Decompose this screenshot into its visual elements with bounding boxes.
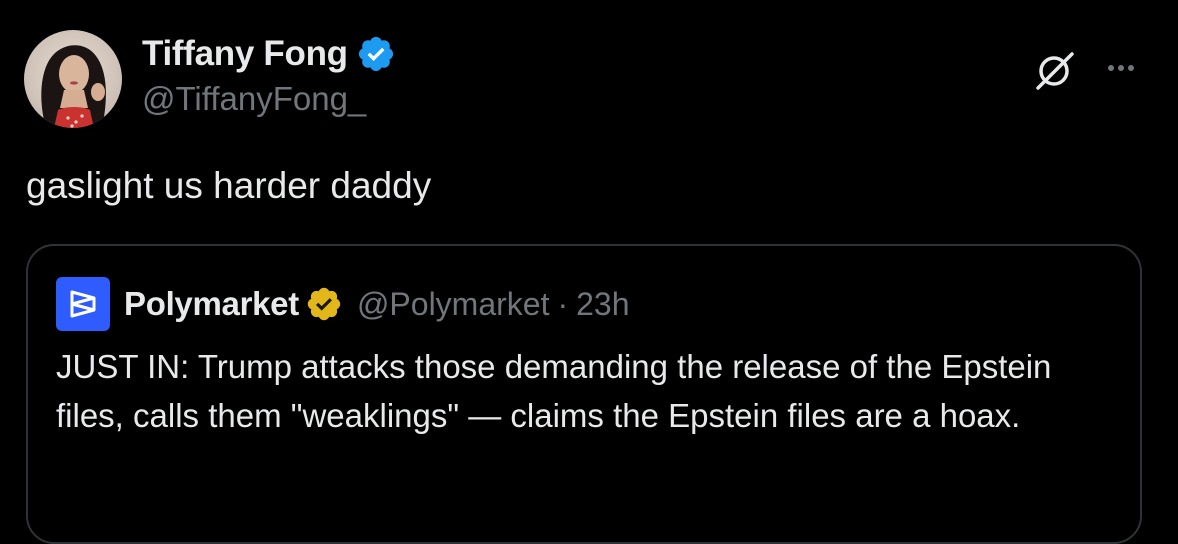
more-dot bbox=[1108, 65, 1114, 71]
quoted-tweet-text: JUST IN: Trump attacks those demanding t… bbox=[56, 348, 1052, 434]
quoted-tweet-header: Polymarket @Polymarket · 23h bbox=[56, 277, 630, 331]
verified-badge-icon[interactable] bbox=[356, 34, 396, 74]
quoted-author-display-name[interactable]: Polymarket bbox=[124, 285, 299, 323]
tweet-text: gaslight us harder daddy bbox=[26, 165, 432, 206]
author-display-name[interactable]: Tiffany Fong bbox=[142, 34, 348, 74]
grok-icon[interactable] bbox=[1030, 50, 1080, 92]
author-handle[interactable]: @TiffanyFong_ bbox=[142, 80, 366, 118]
gold-verified-badge-icon[interactable] bbox=[305, 285, 343, 323]
more-horizontal-icon[interactable] bbox=[1098, 50, 1144, 86]
quoted-tweet-card[interactable]: Polymarket @Polymarket · 23h JUST IN: Tr… bbox=[26, 244, 1142, 544]
author-avatar[interactable] bbox=[24, 30, 122, 128]
more-dot bbox=[1118, 65, 1124, 71]
separator-dot: · bbox=[557, 285, 569, 322]
author-name-row: Tiffany Fong bbox=[142, 33, 396, 75]
polymarket-logo-icon[interactable] bbox=[56, 277, 110, 331]
tweet: Tiffany Fong @TiffanyFong_ gaslight us h… bbox=[0, 0, 1178, 544]
quoted-author-handle[interactable]: @Polymarket bbox=[357, 286, 550, 323]
quoted-tweet-timestamp[interactable]: 23h bbox=[576, 286, 629, 323]
more-dot bbox=[1128, 65, 1134, 71]
